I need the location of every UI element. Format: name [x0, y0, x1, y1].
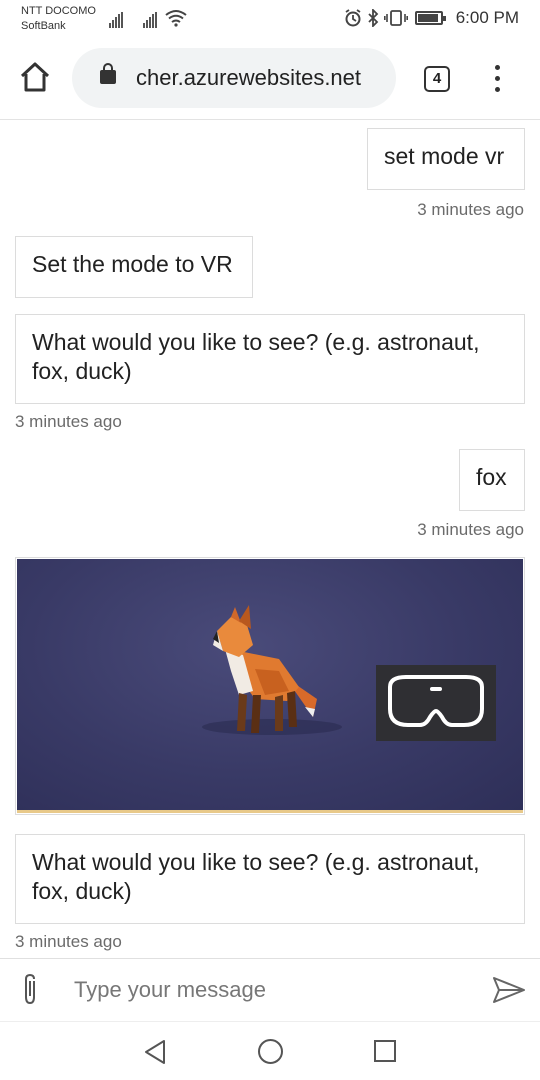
message-input[interactable] — [74, 971, 464, 1009]
back-icon[interactable] — [142, 1038, 168, 1066]
tab-switcher-button[interactable]: 4 — [424, 66, 450, 92]
bot-message: What would you like to see? (e.g. astron… — [15, 314, 525, 404]
lock-icon — [100, 63, 116, 84]
user-message: set mode vr — [367, 128, 525, 190]
home-circle-icon[interactable] — [258, 1039, 283, 1064]
system-nav-bar — [0, 1021, 540, 1080]
user-message: fox — [459, 449, 525, 511]
message-composer — [0, 958, 540, 1021]
bot-message: Set the mode to VR — [15, 236, 253, 298]
wifi-icon — [165, 10, 187, 27]
carrier-names: NTT DOCOMO SoftBank — [21, 4, 96, 34]
message-timestamp: 3 minutes ago — [417, 200, 524, 219]
scene-viewport[interactable] — [17, 559, 523, 810]
message-text: What would you like to see? (e.g. astron… — [32, 849, 480, 904]
overflow-menu-icon[interactable] — [492, 65, 502, 95]
home-icon[interactable] — [18, 60, 52, 94]
carrier-2: SoftBank — [21, 20, 66, 32]
carrier-1: NTT DOCOMO — [21, 5, 96, 17]
attachment-icon[interactable] — [18, 973, 42, 1007]
message-text: What would you like to see? (e.g. astron… — [32, 329, 480, 384]
message-text: set mode vr — [384, 143, 505, 169]
message-text: fox — [476, 464, 507, 490]
status-time: 6:00 PM — [455, 8, 519, 27]
bluetooth-icon — [368, 9, 378, 27]
vr-mode-button[interactable] — [376, 665, 496, 741]
scene-footer-bar — [17, 810, 523, 813]
battery-icon — [414, 11, 446, 25]
vibrate-icon — [383, 10, 408, 26]
message-text: Set the mode to VR — [32, 251, 233, 277]
url-text: cher.azurewebsites.net — [136, 65, 362, 90]
signal-icon-2 — [143, 10, 158, 28]
message-timestamp: 3 minutes ago — [15, 932, 122, 951]
send-icon[interactable] — [492, 975, 526, 1005]
browser-toolbar: cher.azurewebsites.net 4 — [0, 38, 540, 120]
vr-headset-icon — [388, 675, 484, 727]
signal-icon — [109, 10, 124, 28]
bot-message: What would you like to see? (e.g. astron… — [15, 834, 525, 924]
message-timestamp: 3 minutes ago — [15, 412, 122, 431]
message-timestamp: 3 minutes ago — [417, 520, 524, 539]
scene-card — [15, 557, 525, 815]
recent-apps-icon[interactable] — [374, 1040, 396, 1062]
alarm-icon — [345, 9, 361, 27]
address-bar[interactable]: cher.azurewebsites.net — [72, 48, 396, 108]
chat-transcript[interactable]: set mode vr 3 minutes ago Set the mode t… — [0, 120, 540, 958]
status-bar: NTT DOCOMO SoftBank 6:00 PM — [0, 0, 540, 38]
